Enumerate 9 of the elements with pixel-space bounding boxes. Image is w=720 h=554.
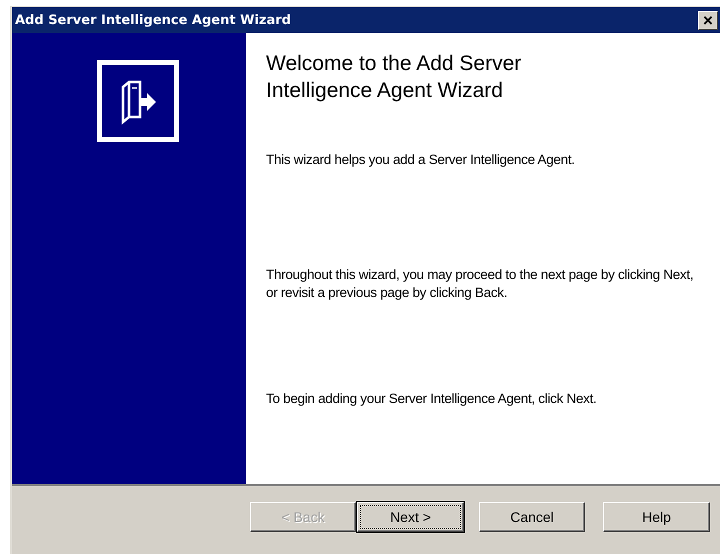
wizard-text: This wizard helps you add a Server Intelligence Agent. xyxy=(266,151,576,169)
wizard-text: To begin adding your Server Intelligence Agent, click Next. xyxy=(266,390,598,408)
window-title: Add Server Intelligence Agent Wizard xyxy=(15,12,291,28)
close-button[interactable]: × xyxy=(698,10,718,30)
wizard-button[interactable]: Cancel xyxy=(479,502,585,532)
wizard-button[interactable]: Next > xyxy=(357,502,464,532)
wizard-button[interactable]: Help xyxy=(603,502,710,532)
wizard-text: Throughout this wizard, you may proceed to the next page by clicking Next, or revisit a previous page by clicking Back. xyxy=(266,266,694,302)
wizard-heading: Welcome to the Add Server Intelligence Agent Wizard xyxy=(266,51,522,104)
